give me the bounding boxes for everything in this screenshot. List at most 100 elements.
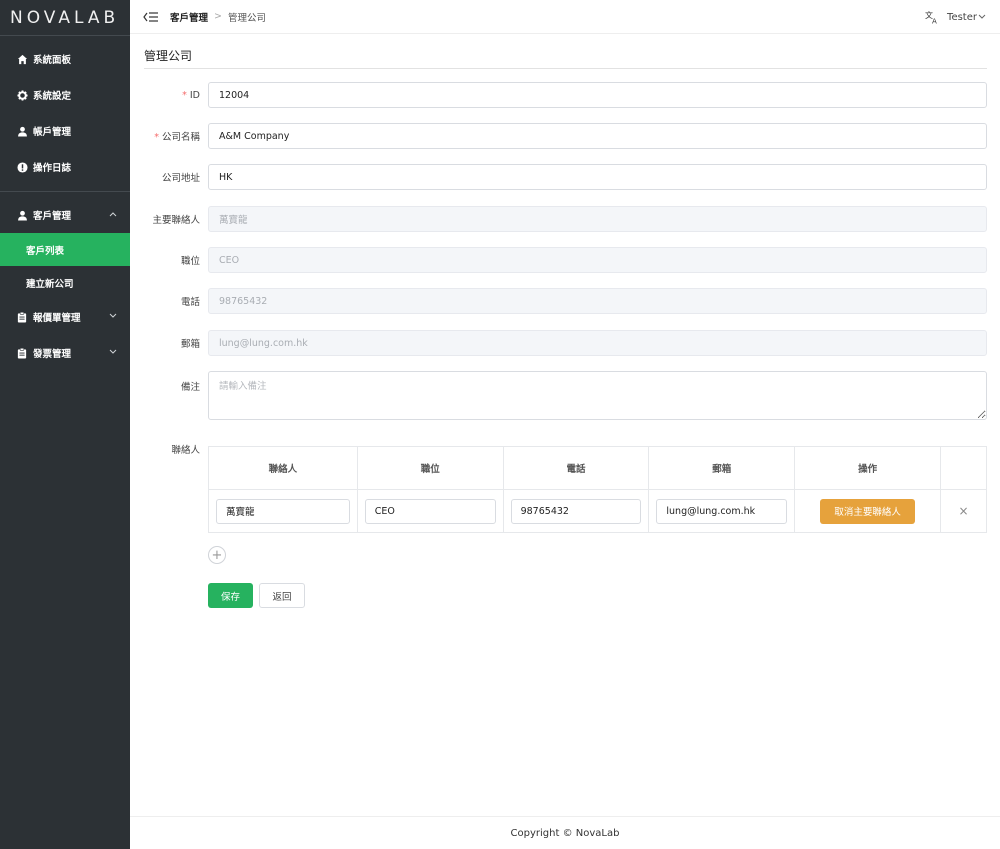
breadcrumb-separator: > <box>214 11 222 22</box>
chevron-down-icon <box>109 348 117 358</box>
email-input <box>208 330 987 356</box>
column-header: 操作 <box>794 446 942 490</box>
cancel-primary-contact-button[interactable]: 取消主要聯絡人 <box>820 498 915 524</box>
sidebar-groups: 客戶管理 客戶列表 建立新公司 報價單管理 發票管理 <box>0 197 130 371</box>
home-icon <box>16 53 28 65</box>
sidebar-item-logs[interactable]: 操作日誌 <box>0 149 130 185</box>
form-row-company-name: * 公司名稱 <box>130 123 987 149</box>
page-title: 管理公司 <box>144 49 193 63</box>
sidebar-nav: 系統面板 系統設定 帳戶管理 操作日誌 <box>0 41 130 185</box>
user-icon <box>16 125 28 137</box>
contact-name-cell <box>208 489 358 533</box>
id-label: * ID <box>130 90 208 101</box>
sidebar-group-invoices[interactable]: 發票管理 <box>0 335 130 371</box>
position-label: 職位 <box>180 256 200 267</box>
chevron-down-icon <box>978 13 986 23</box>
column-header: 職位 <box>357 446 504 490</box>
sidebar-divider <box>0 191 130 192</box>
footer: Copyright © NovaLab <box>130 816 1000 849</box>
column-header: 電話 <box>503 446 650 490</box>
logo: NOVALAB <box>0 0 130 36</box>
back-button[interactable]: 返回 <box>259 583 305 608</box>
id-input[interactable] <box>208 82 987 108</box>
sidebar-item-dashboard[interactable]: 系統面板 <box>0 41 130 77</box>
breadcrumb-current: 管理公司 <box>227 12 266 24</box>
sidebar-item-create-company[interactable]: 建立新公司 <box>0 266 130 299</box>
breadcrumb: 客戶管理 > 管理公司 <box>170 10 266 24</box>
column-header-empty <box>940 446 987 490</box>
sidebar-item-label: 系統面板 <box>33 55 72 66</box>
email-label: 郵箱 <box>180 339 200 350</box>
form-row-phone: 電話 <box>130 288 987 314</box>
remarks-textarea[interactable] <box>208 371 987 420</box>
sidebar-group-label: 客戶管理 <box>33 211 72 222</box>
sidebar: NOVALAB 系統面板 系統設定 帳戶管理 操作日誌 客戶管理 客戶列表 建立… <box>0 0 130 849</box>
position-input <box>208 247 987 273</box>
sidebar-item-customer-list[interactable]: 客戶列表 <box>0 233 130 266</box>
sidebar-group-label: 報價單管理 <box>33 313 81 324</box>
user-icon <box>16 209 28 221</box>
contact-email-input[interactable] <box>656 498 788 524</box>
primary-contact-input <box>208 206 987 232</box>
id-label-text: ID <box>189 89 200 101</box>
breadcrumb-parent[interactable]: 客戶管理 <box>170 10 208 24</box>
clipboard-icon <box>16 311 28 323</box>
sidebar-group-quotations[interactable]: 報價單管理 <box>0 299 130 335</box>
form-row-primary-contact: 主要聯絡人 <box>130 206 987 232</box>
form-row-position: 職位 <box>130 247 987 273</box>
info-circle-icon <box>16 161 28 173</box>
svg-text:A: A <box>932 18 937 25</box>
sidebar-item-accounts[interactable]: 帳戶管理 <box>0 113 130 149</box>
table-row: 取消主要聯絡人 × <box>208 489 987 533</box>
header-right: 文A Tester <box>925 0 986 34</box>
remarks-label: 備注 <box>180 382 200 393</box>
contact-email-cell <box>648 489 796 533</box>
contact-phone-cell <box>503 489 650 533</box>
translate-icon[interactable]: 文A <box>925 10 939 26</box>
sidebar-item-settings[interactable]: 系統設定 <box>0 77 130 113</box>
contact-position-cell <box>357 489 504 533</box>
save-button[interactable]: 保存 <box>208 583 253 608</box>
sidebar-item-label: 帳戶管理 <box>33 127 72 138</box>
add-contact-button[interactable]: + <box>208 546 226 564</box>
collapse-sidebar-icon[interactable] <box>142 10 160 24</box>
contact-name-input[interactable] <box>216 498 350 524</box>
contact-position-input[interactable] <box>364 498 496 524</box>
main-content: 管理公司 *ID *公司名稱 公司地址 主要聯絡人 職位 電話 郵箱 備注 聯絡… <box>130 34 1000 816</box>
close-icon[interactable]: × <box>958 504 968 518</box>
company-name-input[interactable] <box>208 123 987 149</box>
sidebar-group-customers[interactable]: 客戶管理 <box>0 197 130 233</box>
user-menu[interactable]: Tester <box>947 12 986 23</box>
gear-icon <box>16 89 28 101</box>
form-row-remarks: 備注 <box>130 371 987 420</box>
top-header: 客戶管理 > 管理公司 文A Tester <box>130 0 1000 34</box>
clipboard-icon <box>16 347 28 359</box>
company-address-label: 公司地址 <box>161 173 200 184</box>
contacts-table: 聯絡人 職位 電話 郵箱 操作 取消主要聯絡人 × <box>208 446 987 533</box>
column-header: 聯絡人 <box>208 446 358 490</box>
form-row-email: 郵箱 <box>130 330 987 356</box>
required-mark: * <box>154 132 159 143</box>
table-header-row: 聯絡人 職位 電話 郵箱 操作 <box>208 446 987 490</box>
sidebar-group-label: 發票管理 <box>33 349 72 360</box>
form-row-id: * ID <box>130 82 987 108</box>
chevron-down-icon <box>109 312 117 322</box>
contacts-label: 聯絡人 <box>171 445 200 456</box>
column-header: 郵箱 <box>648 446 796 490</box>
primary-contact-label: 主要聯絡人 <box>152 215 200 226</box>
company-name-label-text: 公司名稱 <box>161 132 200 143</box>
contact-phone-input[interactable] <box>510 498 642 524</box>
required-mark: * <box>182 89 187 101</box>
user-name: Tester <box>947 11 977 23</box>
copyright-text: Copyright © NovaLab <box>510 827 620 839</box>
sidebar-item-label: 系統設定 <box>33 91 72 102</box>
phone-input <box>208 288 987 314</box>
contact-action-cell: 取消主要聯絡人 <box>794 489 942 533</box>
contact-remove-cell: × <box>941 490 987 533</box>
title-divider <box>144 68 987 69</box>
chevron-up-icon <box>109 210 117 220</box>
phone-label: 電話 <box>180 297 200 308</box>
company-address-input[interactable] <box>208 164 987 190</box>
plus-icon: + <box>211 547 223 563</box>
form-row-company-address: 公司地址 <box>130 164 987 190</box>
